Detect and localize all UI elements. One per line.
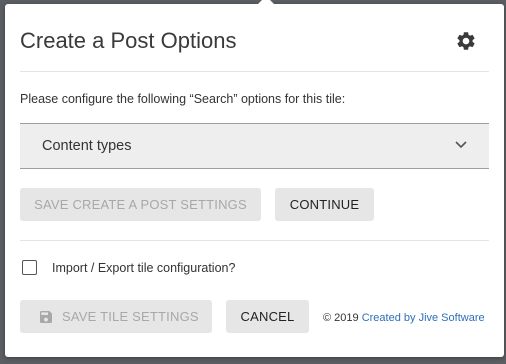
dialog-description: Please configure the following “Search” … [20, 92, 346, 106]
import-export-checkbox[interactable] [22, 260, 37, 275]
continue-button[interactable]: CONTINUE [275, 188, 374, 221]
save-tile-settings-label: SAVE TILE SETTINGS [62, 309, 199, 324]
dialog-title: Create a Post Options [20, 28, 237, 53]
gear-icon[interactable] [455, 30, 477, 52]
save-tile-settings-button[interactable]: SAVE TILE SETTINGS [20, 300, 212, 333]
save-create-a-post-settings-button[interactable]: SAVE CREATE A POST SETTINGS [20, 188, 261, 221]
footer-credits: © 2019 Created by Jive Software [323, 312, 485, 324]
create-post-options-dialog: Create a Post Options Please configure t… [5, 0, 504, 357]
popover-caret [257, 0, 275, 5]
header-divider [20, 71, 489, 72]
copyright-text: © 2019 [323, 312, 359, 324]
chevron-down-icon [455, 141, 467, 149]
import-export-label: Import / Export tile configuration? [52, 261, 236, 275]
section-divider [20, 240, 489, 241]
jive-software-link[interactable]: Created by Jive Software [362, 312, 485, 324]
content-types-label: Content types [42, 138, 132, 154]
cancel-button[interactable]: CANCEL [226, 300, 309, 333]
floppy-disk-icon [40, 311, 52, 323]
content-types-dropdown[interactable]: Content types [20, 123, 489, 169]
